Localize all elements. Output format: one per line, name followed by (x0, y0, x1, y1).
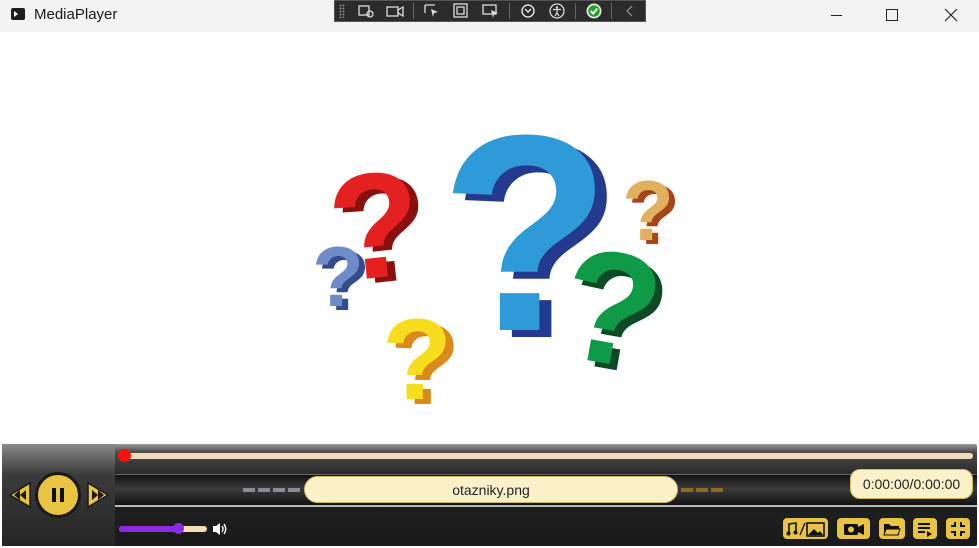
fast-forward-icon (87, 481, 110, 509)
fullscreen-button[interactable] (945, 517, 971, 540)
level-indicator-right (681, 488, 723, 492)
file-name-label: otazniky.png (304, 476, 678, 503)
open-folder-button[interactable] (878, 517, 906, 540)
accessibility-icon[interactable] (545, 3, 569, 19)
toolbar-separator (413, 3, 415, 19)
check-icon[interactable] (582, 3, 606, 19)
folder-open-icon (883, 523, 901, 535)
player-controls: otazniky.png 0:00:00/0:00:00 (2, 444, 977, 546)
window-title: MediaPlayer (34, 6, 118, 23)
app-icon (11, 8, 25, 20)
minimize-icon (830, 14, 842, 16)
media-display: ? ? ? ? ? ? ? ? ? ? ? ? (0, 32, 979, 443)
title-bar: MediaPlayer (0, 0, 979, 32)
minimize-button[interactable] (813, 0, 859, 30)
screen-pointer-icon[interactable] (479, 3, 503, 19)
seek-bar[interactable] (125, 453, 973, 459)
speaker-icon (213, 523, 227, 535)
playlist-icon (918, 522, 932, 537)
level-indicator-left (243, 488, 300, 492)
pointer-icon[interactable] (420, 3, 444, 19)
toolbar-separator (574, 3, 576, 19)
camera-button[interactable] (836, 517, 871, 540)
hot-reload-icon[interactable] (516, 3, 540, 19)
seek-thumb[interactable] (118, 449, 131, 462)
svg-text:?: ? (622, 164, 674, 259)
toolbar-separator (508, 3, 510, 19)
dev-toolbar (334, 0, 646, 22)
chevron-left-icon[interactable] (618, 3, 642, 19)
select-element-icon[interactable] (354, 3, 378, 19)
maximize-icon (886, 9, 898, 21)
fast-forward-button[interactable] (86, 480, 110, 510)
play-pause-button[interactable] (35, 472, 81, 518)
volume-level (119, 526, 178, 532)
music-image-icon (786, 521, 825, 537)
camera-icon (843, 523, 864, 535)
svg-text:?: ? (382, 296, 452, 424)
maximize-button[interactable] (869, 0, 915, 30)
svg-text:?: ? (312, 230, 364, 325)
close-button[interactable] (928, 0, 974, 30)
exit-fullscreen-icon (951, 521, 965, 536)
close-icon (944, 8, 958, 22)
time-display: 0:00:00/0:00:00 (850, 469, 973, 499)
video-record-icon[interactable] (383, 3, 407, 19)
rewind-button[interactable] (8, 480, 32, 510)
toolbar-grip-icon[interactable] (339, 4, 345, 18)
volume-thumb[interactable] (173, 523, 184, 534)
playlist-button[interactable] (912, 517, 938, 540)
question-marks-image: ? ? ? ? ? ? ? ? ? ? ? ? (312, 78, 682, 429)
frame-icon[interactable] (450, 3, 474, 19)
toolbar-separator (611, 3, 613, 19)
rewind-icon (8, 481, 31, 509)
pause-icon (52, 488, 64, 502)
volume-button[interactable] (211, 521, 229, 537)
media-type-button[interactable] (782, 517, 829, 540)
